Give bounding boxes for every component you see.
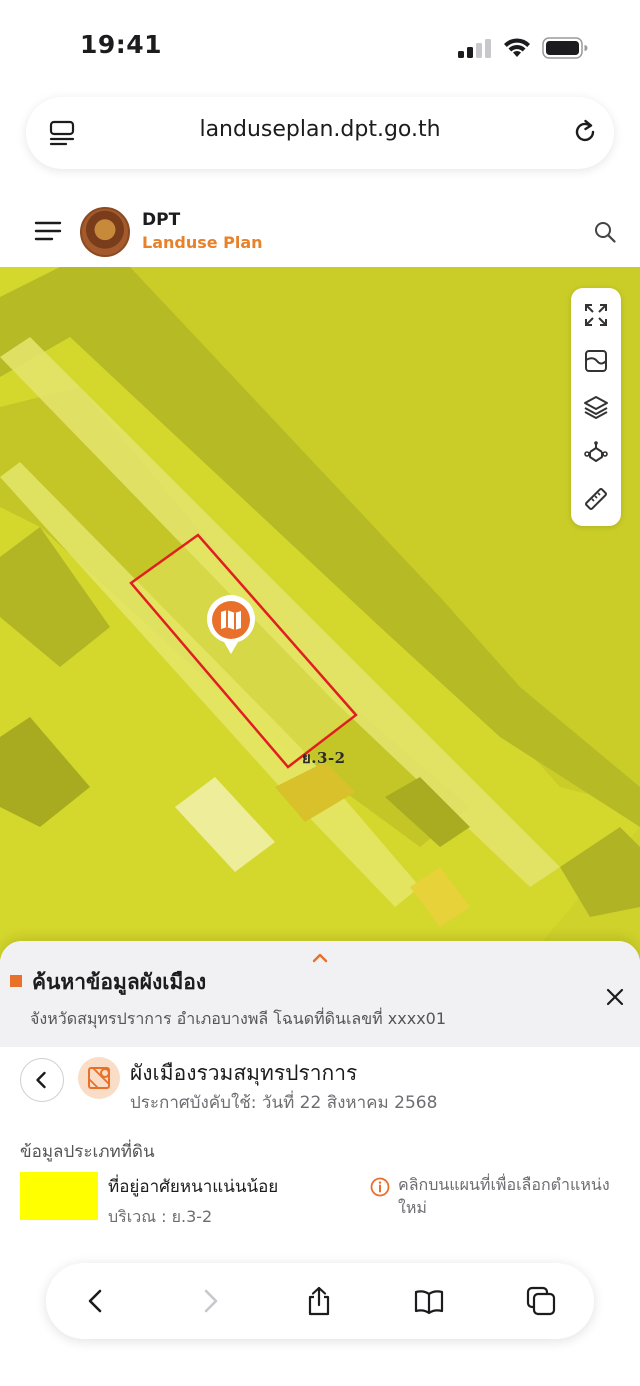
plan-date: ประกาศบังคับใช้: วันที่ 22 สิงหาคม 2568 (130, 1093, 438, 1113)
zone-area: บริเวณ : ย.3-2 (108, 1207, 213, 1226)
reload-icon[interactable] (570, 117, 600, 147)
map-canvas[interactable] (0, 267, 640, 967)
signal-icon (458, 39, 491, 58)
back-arrow-icon[interactable] (81, 1286, 111, 1316)
map-tools (571, 288, 621, 526)
chevron-left-icon (35, 1071, 46, 1088)
plan-map-icon (78, 1057, 120, 1099)
map-zone-label: ย.3-2 (302, 749, 346, 767)
zone-name: ที่อยู่อาศัยหนาแน่นน้อย (108, 1177, 279, 1197)
panel-subtitle: จังหวัดสมุทรปราการ อำเภอบางพลี โฉนดที่ดิ… (30, 1009, 447, 1028)
dpt-logo[interactable] (80, 207, 130, 257)
wifi-icon (504, 38, 530, 57)
close-icon[interactable] (605, 987, 625, 1007)
tabs-icon[interactable] (526, 1286, 556, 1316)
brand-name: DPT (142, 210, 181, 230)
brand-subtitle: Landuse Plan (142, 233, 263, 252)
layers-icon[interactable] (583, 394, 609, 420)
hamburger-menu-icon[interactable] (34, 220, 62, 242)
back-button[interactable] (20, 1058, 64, 1102)
land-info-heading: ข้อมูลประเภทที่ดิน (20, 1142, 155, 1162)
forward-arrow-icon[interactable] (195, 1286, 225, 1316)
map-pin-icon[interactable] (205, 595, 257, 655)
map-view[interactable] (0, 267, 640, 967)
ruler-icon[interactable] (583, 486, 609, 512)
basemap-icon[interactable] (583, 348, 609, 374)
zone-color-swatch (20, 1172, 98, 1220)
info-icon (370, 1177, 390, 1197)
bookmarks-icon[interactable] (414, 1286, 444, 1316)
plan-title: ผังเมืองรวมสมุทรปราการ (130, 1061, 358, 1085)
map-hint: คลิกบนแผนที่เพื่อเลือกตำแหน่งใหม่ (398, 1175, 610, 1217)
search-icon[interactable] (594, 221, 616, 243)
battery-icon (542, 37, 588, 59)
expand-icon[interactable] (583, 302, 609, 328)
share-icon[interactable] (304, 1286, 334, 1316)
satellite-icon[interactable] (583, 440, 609, 466)
title-marker (10, 975, 22, 987)
chevron-up-icon[interactable] (310, 950, 330, 964)
panel-title: ค้นหาข้อมูลผังเมือง (32, 970, 207, 994)
status-time: 19:41 (80, 30, 163, 59)
url-text[interactable]: landuseplan.dpt.go.th (0, 117, 640, 142)
